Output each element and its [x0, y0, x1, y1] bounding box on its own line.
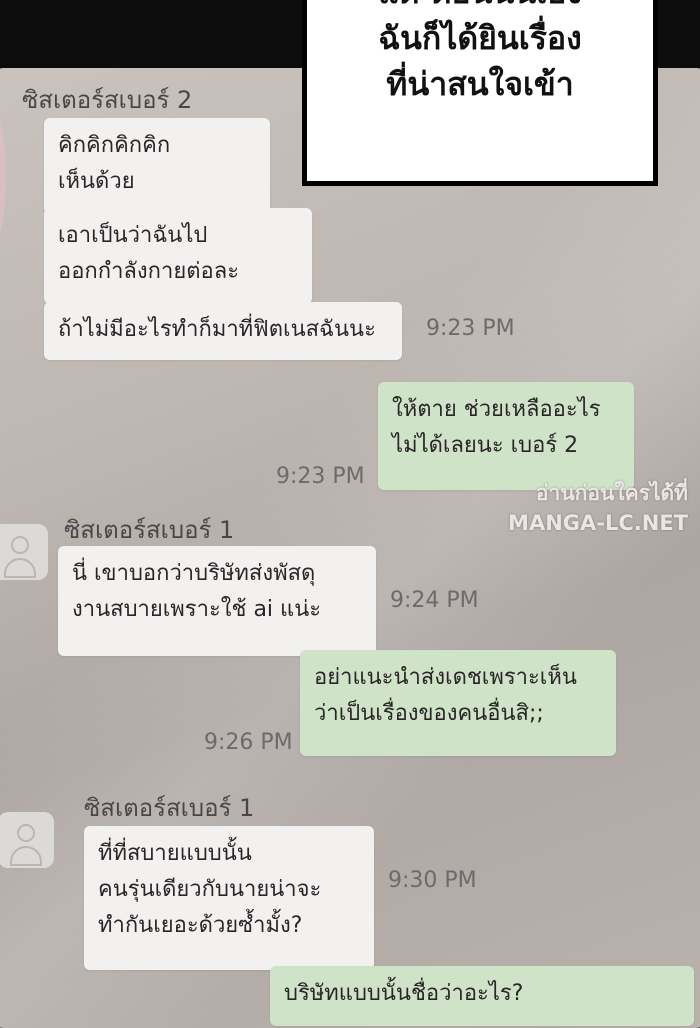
outgoing-bubble-1[interactable]: ให้ตาย ช่วยเหลืออะไร ไม่ได้เลยนะ เบอร์ 2	[378, 382, 634, 490]
message-line: อย่าแนะนำส่งเดชเพราะเห็น	[314, 665, 577, 690]
timestamp: 9:30 PM	[388, 868, 477, 893]
avatar-body-icon	[4, 558, 36, 578]
outgoing-bubble-2[interactable]: อย่าแนะนำส่งเดชเพราะเห็น ว่าเป็นเรื่องขอ…	[300, 650, 616, 756]
caption-line-2: ที่น่าสนใจเข้า	[386, 65, 574, 103]
message-bubble-1[interactable]: คิกคิกคิกคิก เห็นด้วย	[44, 118, 270, 214]
sender-name-2: ซิสเตอร์สเบอร์ 2	[22, 86, 193, 114]
watermark-line-1: อ่านก่อนใครได้ที่	[535, 481, 688, 505]
timestamp: 9:24 PM	[390, 588, 479, 613]
outgoing-bubble-3[interactable]: บริษัทแบบนั้นชื่อว่าอะไร?	[270, 966, 694, 1026]
message-line: ไม่ได้เลยนะ เบอร์ 2	[392, 433, 579, 458]
timestamp: 9:26 PM	[204, 730, 293, 755]
timestamp: 9:23 PM	[426, 316, 515, 341]
message-line: คนรุ่นเดียวกับนายน่าจะ	[98, 877, 322, 902]
watermark-line-2: MANGA-LC.NET	[508, 511, 688, 535]
narration-caption-box: แต่ ตอนนั้นเอง ฉันก็ได้ยินเรื่อง ที่น่าส…	[302, 0, 658, 186]
message-bubble-2[interactable]: เอาเป็นว่าฉันไป ออกกำลังกายต่อละ	[44, 208, 312, 304]
avatar[interactable]	[0, 812, 54, 868]
message-line: เห็นด้วย	[58, 169, 135, 194]
message-line: เอาเป็นว่าฉันไป	[58, 223, 208, 248]
message-line: ทำกันเยอะด้วยซ้ำมั้ง?	[98, 913, 303, 938]
message-bubble-3[interactable]: ถ้าไม่มีอะไรทำก็มาที่ฟิตเนสฉันนะ	[44, 302, 402, 360]
site-watermark: อ่านก่อนใครได้ที่ MANGA-LC.NET	[508, 478, 688, 538]
caption-line-1: ฉันก็ได้ยินเรื่อง	[378, 19, 582, 57]
message-line: นี่ เขาบอกว่าบริษัทส่งพัสดุ	[72, 561, 316, 586]
message-line: ออกกำลังกายต่อละ	[58, 259, 240, 284]
message-bubble-5[interactable]: ที่ที่สบายแบบนั้น คนรุ่นเดียวกับนายน่าจะ…	[84, 826, 374, 970]
caption-partial-line: แต่ ตอนนั้นเอง	[307, 0, 653, 15]
message-line: ให้ตาย ช่วยเหลืออะไร	[392, 397, 601, 422]
message-line: ว่าเป็นเรื่องของคนอื่นสิ;;	[314, 701, 544, 726]
message-line: ถ้าไม่มีอะไรทำก็มาที่ฟิตเนสฉันนะ	[58, 317, 376, 342]
sender-name-1: ซิสเตอร์สเบอร์ 1	[64, 516, 235, 544]
message-line: ที่ที่สบายแบบนั้น	[98, 841, 252, 866]
sender-name-1: ซิสเตอร์สเบอร์ 1	[84, 794, 255, 822]
avatar-head-icon	[17, 824, 35, 842]
message-line: งานสบายเพราะใช้ ai แน่ะ	[72, 597, 322, 622]
avatar[interactable]	[0, 524, 48, 580]
avatar-body-icon	[10, 846, 42, 866]
message-bubble-4[interactable]: นี่ เขาบอกว่าบริษัทส่งพัสดุ งานสบายเพราะ…	[58, 546, 376, 656]
message-line: คิกคิกคิกคิก	[58, 133, 171, 158]
avatar-head-icon	[11, 536, 29, 554]
timestamp: 9:23 PM	[276, 464, 365, 489]
message-line: บริษัทแบบนั้นชื่อว่าอะไร?	[284, 981, 524, 1006]
